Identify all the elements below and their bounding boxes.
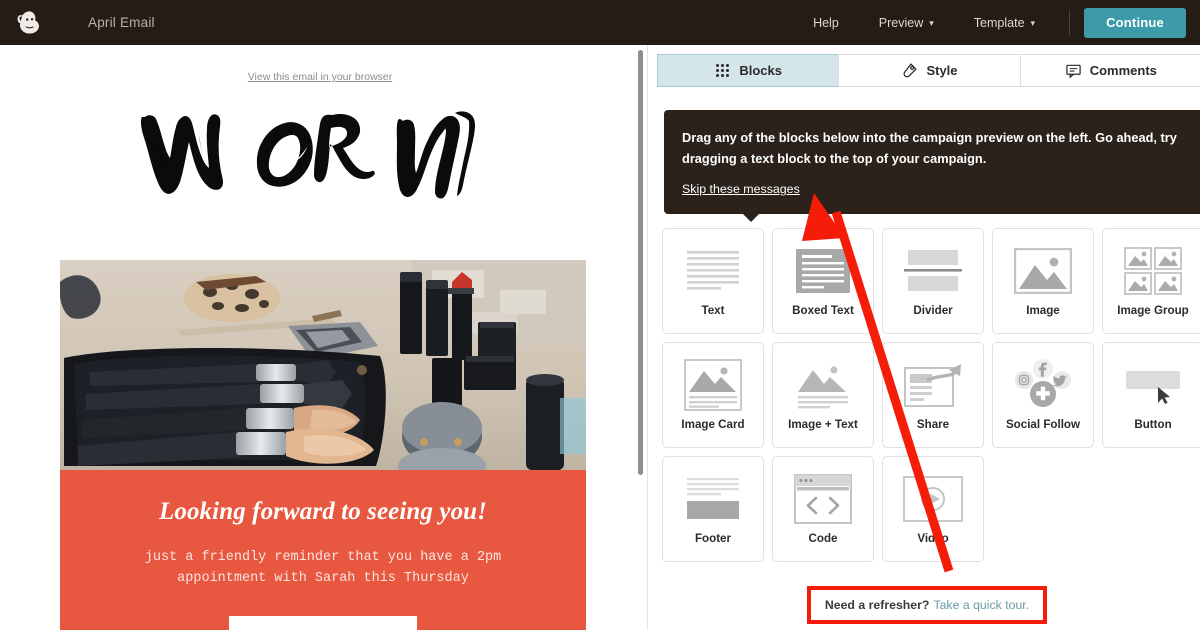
template-menu[interactable]: Template ▾ (954, 16, 1055, 30)
makeup-brushes-photo-svg (60, 260, 586, 470)
email-body: View this email in your browser (0, 45, 640, 218)
boxed-text-icon (794, 240, 852, 302)
tab-comments-label: Comments (1089, 63, 1157, 78)
block-grid: Text Boxed Text Divider Image Image Grou… (662, 228, 1200, 562)
block-boxed-text-label: Boxed Text (792, 304, 854, 317)
divider-icon (902, 240, 964, 302)
template-label: Template (973, 15, 1025, 30)
preview-label: Preview (878, 15, 924, 30)
image-icon (1014, 240, 1072, 302)
top-nav-actions: Help Preview ▾ Template ▾ Continue (793, 0, 1186, 45)
share-arrow-icon (903, 354, 963, 416)
block-footer[interactable]: Footer (662, 456, 764, 562)
onboarding-tooltip: Drag any of the blocks below into the ca… (664, 110, 1200, 223)
block-video-label: Video (917, 532, 949, 545)
help-label: Help (813, 15, 839, 30)
video-play-icon (903, 468, 963, 530)
footer-icon (684, 468, 742, 530)
top-navigation-bar: April Email Help Preview ▾ Template ▾ Co… (0, 0, 1200, 45)
tab-style-label: Style (926, 63, 958, 78)
block-divider-label: Divider (913, 304, 953, 317)
image-group-icon (1124, 240, 1182, 302)
block-video[interactable]: Video (882, 456, 984, 562)
block-boxed-text[interactable]: Boxed Text (772, 228, 874, 334)
email-body-text: just a friendly reminder that you have a… (60, 526, 586, 590)
tooltip-message: Drag any of the blocks below into the ca… (682, 130, 1177, 167)
block-social-follow[interactable]: Social Follow (992, 342, 1094, 448)
blocks-panel: Blocks Style Comments Drag any of the bl… (647, 45, 1200, 630)
mailchimp-logo-icon[interactable] (10, 3, 50, 43)
refresher-bar: Need a refresher? Take a quick tour. (807, 586, 1047, 624)
chevron-down-icon: ▾ (929, 18, 934, 28)
block-button[interactable]: Button (1102, 342, 1200, 448)
view-in-browser-link[interactable]: View this email in your browser (0, 45, 640, 83)
continue-button[interactable]: Continue (1084, 7, 1186, 38)
email-body-line-2: appointment with Sarah this Thursday (177, 570, 469, 586)
take-a-tour-link[interactable]: Take a quick tour. (933, 598, 1029, 612)
hero-image[interactable] (60, 260, 586, 470)
image-card-icon (684, 354, 742, 416)
mailchimp-campaign-builder: April Email Help Preview ▾ Template ▾ Co… (0, 0, 1200, 630)
worn-brush-script-svg (141, 110, 475, 199)
block-image-group-label: Image Group (1117, 304, 1189, 317)
grid-dots-icon (714, 62, 731, 79)
preview-scrollbar-thumb[interactable] (638, 50, 643, 475)
campaign-preview-pane[interactable]: View this email in your browser Looking … (0, 45, 640, 630)
block-social-follow-label: Social Follow (1005, 418, 1081, 431)
block-divider[interactable]: Divider (882, 228, 984, 334)
social-follow-icon (1012, 354, 1074, 416)
image-text-icon (794, 354, 852, 416)
brand-logo-wordmark (0, 83, 640, 218)
block-image[interactable]: Image (992, 228, 1094, 334)
block-share[interactable]: Share (882, 342, 984, 448)
block-code-label: Code (808, 532, 838, 545)
panel-tabs: Blocks Style Comments (657, 54, 1200, 87)
block-button-label: Button (1134, 418, 1172, 431)
help-link[interactable]: Help (793, 16, 859, 30)
tab-blocks[interactable]: Blocks (657, 54, 839, 87)
tab-comments[interactable]: Comments (1019, 54, 1200, 87)
email-body-line-1: just a friendly reminder that you have a… (144, 550, 502, 565)
campaign-title: April Email (88, 15, 155, 30)
button-cursor-icon (1122, 354, 1184, 416)
block-code[interactable]: Code (772, 456, 874, 562)
preview-menu[interactable]: Preview ▾ (859, 16, 954, 30)
block-image-card-label: Image Card (681, 418, 745, 431)
speech-bubble-icon (1065, 62, 1082, 79)
nav-divider (1069, 9, 1071, 36)
block-footer-label: Footer (694, 532, 732, 545)
block-share-label: Share (916, 418, 950, 431)
tab-blocks-label: Blocks (739, 63, 782, 78)
block-image-text[interactable]: Image + Text (772, 342, 874, 448)
tooltip-pointer (742, 213, 760, 223)
view-appointment-button[interactable]: VIEW APPOINTMENT (229, 615, 417, 630)
refresher-question: Need a refresher? (824, 598, 930, 612)
chevron-down-icon: ▾ (1030, 18, 1036, 28)
block-text-label: Text (701, 304, 725, 317)
block-image-label: Image (1026, 304, 1060, 317)
cta-wrapper: VIEW APPOINTMENT (60, 590, 586, 630)
email-headline: Looking forward to seeing you! (158, 498, 488, 525)
block-image-text-label: Image + Text (788, 418, 858, 431)
code-brackets-icon (794, 468, 852, 530)
tab-style[interactable]: Style (838, 54, 1020, 87)
email-orange-section[interactable]: Looking forward to seeing you! just a fr… (60, 470, 586, 630)
paintbrush-icon (901, 62, 918, 79)
skip-messages-link[interactable]: Skip these messages (682, 182, 800, 196)
text-lines-icon (683, 240, 743, 302)
block-image-card[interactable]: Image Card (662, 342, 764, 448)
block-image-group[interactable]: Image Group (1102, 228, 1200, 334)
block-text[interactable]: Text (662, 228, 764, 334)
